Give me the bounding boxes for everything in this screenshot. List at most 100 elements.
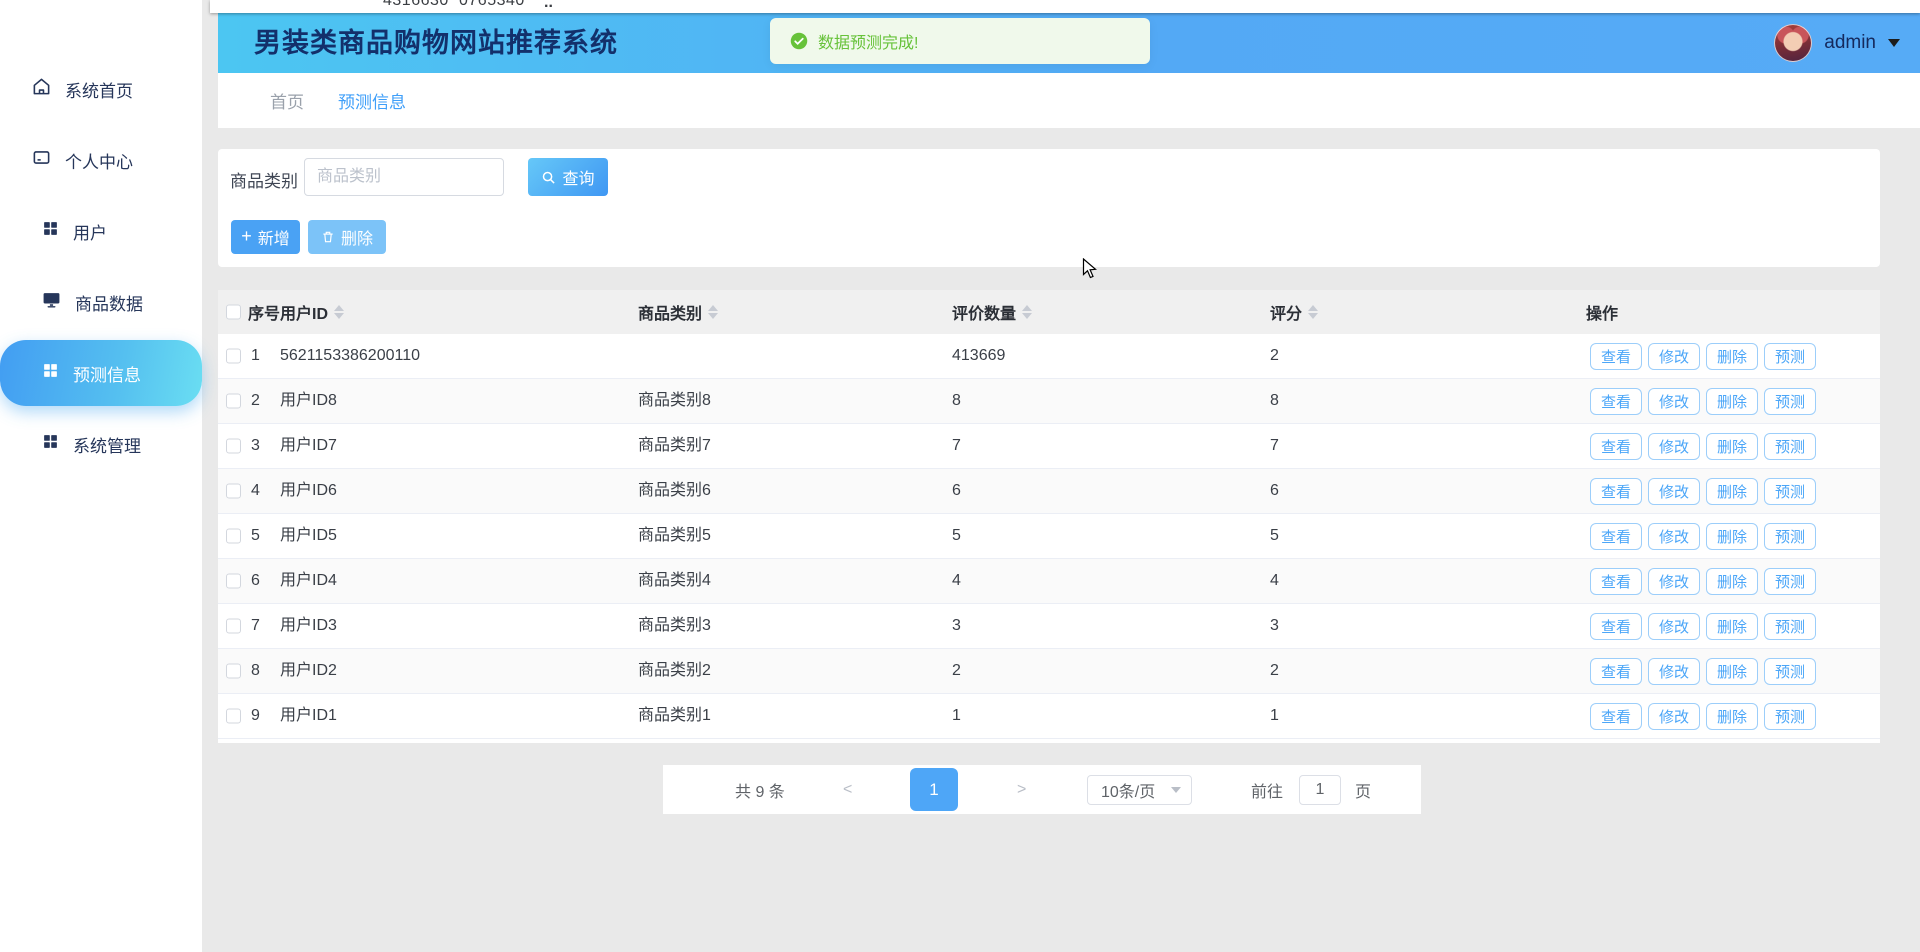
caret-down-icon <box>708 313 718 319</box>
goto-page-input[interactable] <box>1299 775 1341 805</box>
sidebar-item-个人中心[interactable]: 个人中心 <box>0 127 202 193</box>
search-field-label: 商品类别 <box>230 167 298 192</box>
action-predict-button[interactable]: 预测 <box>1764 478 1816 505</box>
select-all-checkbox[interactable] <box>226 305 241 320</box>
sidebar-item-预测信息[interactable]: 预测信息 <box>0 340 202 406</box>
action-delete-button[interactable]: 删除 <box>1706 613 1758 640</box>
action-view-button[interactable]: 查看 <box>1590 613 1642 640</box>
action-edit-button[interactable]: 修改 <box>1648 658 1700 685</box>
cell-rating: 2 <box>1270 334 1279 378</box>
search-input[interactable] <box>304 158 504 196</box>
action-predict-button[interactable]: 预测 <box>1764 613 1816 640</box>
sidebar-item-label: 用户 <box>73 219 107 244</box>
cell-rating: 2 <box>1270 649 1279 693</box>
row-checkbox[interactable] <box>226 529 241 544</box>
table-header-row: 序号用户ID商品类别评价数量评分操作 <box>218 290 1880 334</box>
action-view-button[interactable]: 查看 <box>1590 343 1642 370</box>
sort-carets-icon[interactable] <box>334 305 344 319</box>
cell-index: 6 <box>251 559 260 603</box>
toast-message: 数据预测完成! <box>818 29 918 53</box>
caret-up-icon <box>1022 305 1032 311</box>
grid-icon <box>42 220 59 242</box>
action-view-button[interactable]: 查看 <box>1590 388 1642 415</box>
action-predict-button[interactable]: 预测 <box>1764 433 1816 460</box>
action-edit-button[interactable]: 修改 <box>1648 703 1700 730</box>
action-view-button[interactable]: 查看 <box>1590 703 1642 730</box>
pagination-page-1[interactable]: 1 <box>910 768 958 811</box>
action-edit-button[interactable]: 修改 <box>1648 478 1700 505</box>
table-row: 8用户ID2商品类别222查看修改删除预测 <box>218 649 1880 694</box>
table-row: 3用户ID7商品类别777查看修改删除预测 <box>218 424 1880 469</box>
action-edit-button[interactable]: 修改 <box>1648 343 1700 370</box>
action-edit-button[interactable]: 修改 <box>1648 568 1700 595</box>
cell-category: 商品类别5 <box>638 514 711 558</box>
row-checkbox[interactable] <box>226 619 241 634</box>
action-view-button[interactable]: 查看 <box>1590 433 1642 460</box>
row-checkbox[interactable] <box>226 484 241 499</box>
row-actions: 查看修改删除预测 <box>1590 649 1816 693</box>
caret-up-icon <box>334 305 344 311</box>
action-delete-button[interactable]: 删除 <box>1706 703 1758 730</box>
action-predict-button[interactable]: 预测 <box>1764 343 1816 370</box>
action-delete-button[interactable]: 删除 <box>1706 478 1758 505</box>
action-edit-button[interactable]: 修改 <box>1648 388 1700 415</box>
sidebar-item-系统首页[interactable]: 系统首页 <box>0 56 202 122</box>
table-row: 5用户ID5商品类别555查看修改删除预测 <box>218 514 1880 559</box>
cell-review-count: 4 <box>952 559 961 603</box>
column-header-label: 评价数量 <box>952 300 1016 324</box>
action-view-button[interactable]: 查看 <box>1590 658 1642 685</box>
chevron-down-icon <box>1888 39 1900 47</box>
pagination-next-button[interactable]: > <box>1017 781 1026 799</box>
user-menu[interactable]: admin <box>1774 13 1900 73</box>
action-view-button[interactable]: 查看 <box>1590 478 1642 505</box>
action-predict-button[interactable]: 预测 <box>1764 388 1816 415</box>
sort-carets-icon[interactable] <box>708 305 718 319</box>
action-delete-button[interactable]: 删除 <box>1706 658 1758 685</box>
action-delete-button[interactable]: 删除 <box>1706 568 1758 595</box>
action-predict-button[interactable]: 预测 <box>1764 523 1816 550</box>
cell-user-id: 用户ID2 <box>280 649 337 693</box>
action-edit-button[interactable]: 修改 <box>1648 433 1700 460</box>
pagination-total: 共 9 条 <box>735 778 785 802</box>
action-delete-button[interactable]: 删除 <box>1706 343 1758 370</box>
row-checkbox[interactable] <box>226 574 241 589</box>
action-view-button[interactable]: 查看 <box>1590 523 1642 550</box>
goto-label: 前往 <box>1251 778 1283 802</box>
page-size-select[interactable]: 10条/页 <box>1087 775 1192 805</box>
sidebar-item-用户[interactable]: 用户 <box>0 198 202 264</box>
tab-预测信息[interactable]: 预测信息 <box>338 88 406 113</box>
action-predict-button[interactable]: 预测 <box>1764 658 1816 685</box>
row-actions: 查看修改删除预测 <box>1590 559 1816 603</box>
action-edit-button[interactable]: 修改 <box>1648 523 1700 550</box>
sort-carets-icon[interactable] <box>1308 305 1318 319</box>
row-checkbox[interactable] <box>226 439 241 454</box>
action-predict-button[interactable]: 预测 <box>1764 568 1816 595</box>
add-button[interactable]: + 新增 <box>231 220 300 254</box>
column-header-category: 商品类别 <box>638 290 718 334</box>
sidebar-item-系统管理[interactable]: 系统管理 <box>0 411 202 477</box>
tab-首页[interactable]: 首页 <box>270 88 304 113</box>
cell-review-count: 7 <box>952 424 961 468</box>
query-button[interactable]: 查询 <box>528 158 608 196</box>
pagination-prev-button[interactable]: < <box>843 781 852 799</box>
sidebar-item-label: 商品数据 <box>75 290 143 315</box>
row-checkbox[interactable] <box>226 349 241 364</box>
delete-button-label: 删除 <box>341 225 373 249</box>
avatar[interactable] <box>1774 24 1812 62</box>
sort-carets-icon[interactable] <box>1022 305 1032 319</box>
row-checkbox[interactable] <box>226 709 241 724</box>
action-view-button[interactable]: 查看 <box>1590 568 1642 595</box>
cell-category: 商品类别7 <box>638 424 711 468</box>
table-row: 4用户ID6商品类别666查看修改删除预测 <box>218 469 1880 514</box>
action-delete-button[interactable]: 删除 <box>1706 433 1758 460</box>
action-predict-button[interactable]: 预测 <box>1764 703 1816 730</box>
caret-down-icon <box>1022 313 1032 319</box>
row-checkbox[interactable] <box>226 394 241 409</box>
delete-button[interactable]: 删除 <box>308 220 386 254</box>
action-edit-button[interactable]: 修改 <box>1648 613 1700 640</box>
action-delete-button[interactable]: 删除 <box>1706 388 1758 415</box>
sidebar-item-商品数据[interactable]: 商品数据 <box>0 269 202 335</box>
row-checkbox[interactable] <box>226 664 241 679</box>
sidebar-item-label: 系统管理 <box>73 432 141 457</box>
action-delete-button[interactable]: 删除 <box>1706 523 1758 550</box>
